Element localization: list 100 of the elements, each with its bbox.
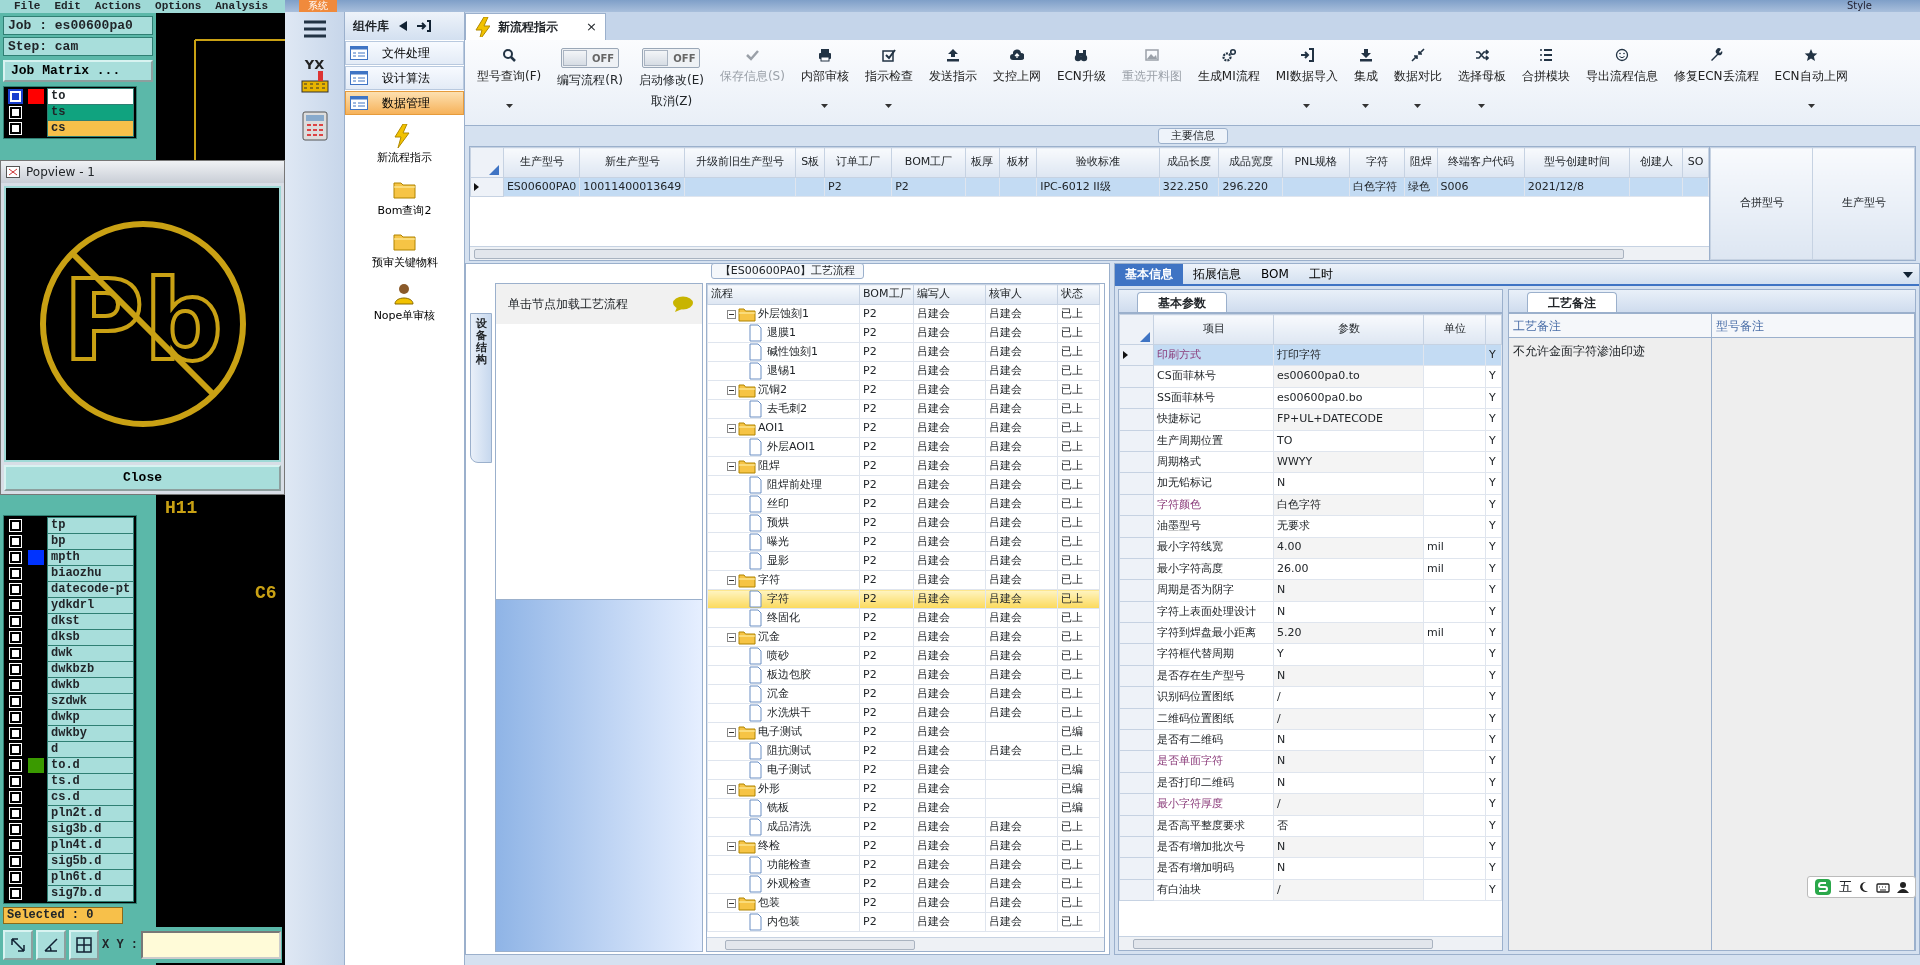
table-row[interactable]: 是否有二维码 N Y [1119,729,1502,751]
column-header[interactable]: 新生产型号 [579,147,685,178]
toggle-switch[interactable]: OFF [642,48,701,68]
table-row[interactable]: 是否有增加明码 N Y [1119,857,1502,880]
collapse-icon[interactable] [727,423,736,433]
layer-checkbox[interactable] [10,888,21,899]
tree-row[interactable]: 显影 P2 吕建会 吕建会 已上 [707,551,1099,571]
layer-checkbox[interactable] [10,680,21,691]
xy-input-field[interactable] [141,931,281,959]
tree-row[interactable]: 外层蚀刻1 P2 吕建会 吕建会 已上 [707,304,1099,324]
collapse-icon[interactable] [727,575,736,585]
tree-row[interactable]: 预烘 P2 吕建会 吕建会 已上 [707,513,1099,533]
table-row[interactable]: 字符颜色 白色字符 Y [1119,494,1502,516]
tool-button[interactable] [69,930,99,960]
toolbar-button[interactable]: 文控上网 [986,46,1047,87]
column-header[interactable]: 生产型号 [1812,147,1915,260]
column-header[interactable]: 项目 [1153,314,1274,345]
collapse-icon[interactable] [727,385,736,395]
layer-checkbox[interactable] [10,792,21,803]
layer-checkbox[interactable] [10,520,21,531]
collapse-icon[interactable] [727,632,736,642]
column-header[interactable]: 核审人 [985,284,1057,305]
ime-logo-icon[interactable] [1814,878,1832,896]
column-header[interactable]: 型号创建时间 [1524,147,1630,178]
tree-row[interactable]: 退锡1 P2 吕建会 吕建会 已上 [707,361,1099,381]
layer-checkbox[interactable] [10,616,21,627]
layer-checkbox[interactable] [10,123,21,134]
tab[interactable]: 工艺备注 [1527,292,1617,312]
layer-checkbox[interactable] [10,840,21,851]
tree-row[interactable]: 外形 P2 吕建会 已编 [707,779,1099,799]
column-header[interactable]: 板厚 [965,147,1000,178]
column-header[interactable]: 生产型号 [503,147,580,178]
column-header[interactable]: 状态 [1057,284,1099,305]
column-header[interactable]: PNL规格 [1282,147,1350,178]
tree-row[interactable]: 沉金 P2 吕建会 吕建会 已上 [707,627,1099,647]
arrow-left-icon[interactable] [399,21,407,31]
layer-checkbox[interactable] [10,632,21,643]
tab[interactable]: 基本信息 [1115,264,1183,284]
tree-row[interactable]: 喷砂 P2 吕建会 吕建会 已上 [707,646,1099,666]
tree-row[interactable]: AOI1 P2 吕建会 吕建会 已上 [707,418,1099,438]
style-menu[interactable]: Style [1846,0,1872,12]
toolbar-button[interactable]: 内部审核 [794,46,855,110]
table-row[interactable]: 最小字符线宽 4.00 mil Y [1119,537,1502,559]
column-header[interactable]: 参数 [1273,314,1424,345]
layer-checkbox[interactable] [10,536,21,547]
side-tab[interactable]: 设备结构 [470,313,492,463]
toggle-switch[interactable]: OFF [561,48,620,68]
table-row[interactable]: 是否有增加批次号 N Y [1119,836,1502,858]
column-header[interactable]: 订单工厂 [824,147,892,178]
menu-item[interactable]: File [14,0,41,13]
layer-checkbox[interactable] [10,776,21,787]
table-row[interactable]: 周期格式 WWYY Y [1119,451,1502,473]
tab[interactable]: BOM [1251,264,1299,284]
tree-row[interactable]: 丝印 P2 吕建会 吕建会 已上 [707,494,1099,514]
layer-checkbox[interactable] [10,760,21,771]
table-row[interactable]: 是否打印二维码 N Y [1119,772,1502,794]
tab[interactable]: 工时 [1298,264,1343,284]
column-header[interactable]: 验收标准 [1036,147,1160,178]
layer-checkbox[interactable] [10,552,21,563]
column-header[interactable]: 阻焊 [1404,147,1437,178]
tree-row[interactable]: 铣板 P2 吕建会 已编 [707,798,1099,818]
table-row[interactable]: SS面菲林号 es00600pa0.bo Y [1119,387,1502,409]
column-header[interactable]: BOM工厂 [891,147,966,178]
toolbar-button[interactable]: 数据对比 [1387,46,1448,110]
job-matrix-button[interactable]: Job Matrix ... [3,60,153,82]
layer-checkbox[interactable] [10,808,21,819]
collapse-icon[interactable] [727,461,736,471]
table-row[interactable]: 快捷标记 FP+UL+DATECODE Y [1119,408,1502,431]
tree-row[interactable]: 板边包胶 P2 吕建会 吕建会 已上 [707,665,1099,685]
tree-row[interactable]: 成品清洗 P2 吕建会 吕建会 已上 [707,817,1099,837]
tool-item[interactable]: 新流程指示 [345,123,464,168]
tree-row[interactable]: 阻焊前处理 P2 吕建会 吕建会 已上 [707,475,1099,495]
table-row[interactable]: 字符上表面处理设计 N Y [1119,601,1502,623]
dropdown-icon[interactable] [1903,272,1913,278]
close-button[interactable]: Close [4,465,281,491]
menu-icon[interactable] [301,18,328,40]
toolbar-button[interactable]: 集成 [1347,46,1384,110]
tree-row[interactable]: 功能检查 P2 吕建会 吕建会 已上 [707,855,1099,875]
layer-name[interactable]: sig7b.d [47,885,134,902]
column-header[interactable]: 单位 [1423,314,1486,345]
column-header[interactable]: 编写人 [913,284,985,305]
menu-item[interactable]: Analysis [215,0,269,13]
tree-row[interactable]: 碱性蚀刻1 P2 吕建会 吕建会 已上 [707,342,1099,362]
tree-row[interactable]: 外层AOI1 P2 吕建会 吕建会 已上 [707,437,1099,457]
collapse-icon[interactable] [727,727,736,737]
keyboard-icon[interactable] [1876,881,1890,893]
tree-row[interactable]: 阻抗测试 P2 吕建会 吕建会 已上 [707,741,1099,761]
table-row[interactable]: 生产周期位置 TO Y [1119,430,1502,452]
tree-row[interactable]: 终检 P2 吕建会 吕建会 已上 [707,836,1099,856]
column-header[interactable]: 合拼型号 [1710,147,1813,260]
column-header[interactable]: 型号备注 [1712,314,1915,337]
layer-name[interactable]: cs [47,120,134,137]
person-icon[interactable] [1897,881,1909,893]
tree-row[interactable]: 曝光 P2 吕建会 吕建会 已上 [707,532,1099,552]
category-item[interactable]: 数据管理 [345,91,464,115]
table-row[interactable]: 周期是否为阴字 N Y [1119,579,1502,602]
table-row[interactable]: 是否单面字符 N Y [1119,750,1502,773]
tool-button[interactable] [36,930,66,960]
tree-row[interactable]: 终固化 P2 吕建会 吕建会 已上 [707,608,1099,628]
column-header[interactable]: 字符 [1349,147,1405,178]
